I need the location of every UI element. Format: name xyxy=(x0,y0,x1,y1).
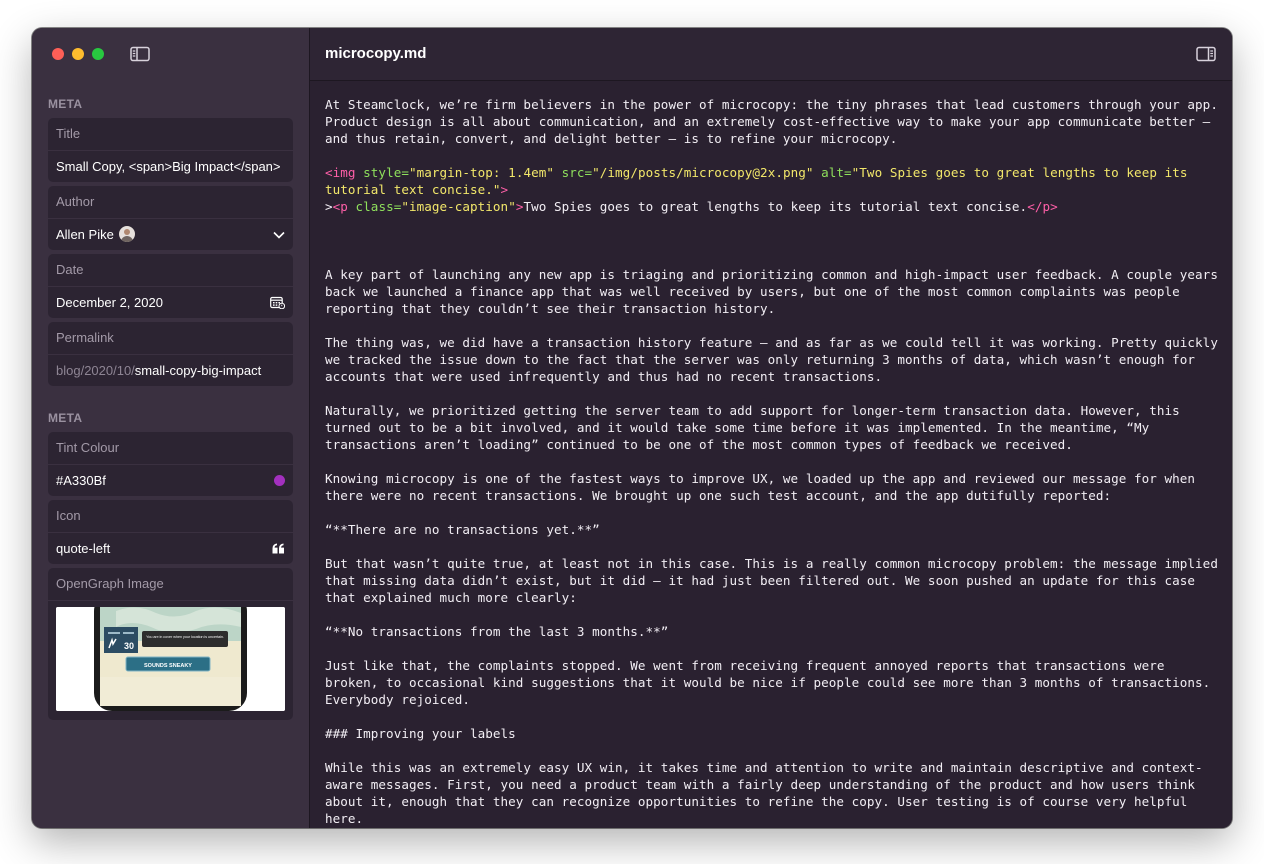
image-markup: <img style="margin-top: 1.4em" src="/img… xyxy=(325,165,1196,214)
colour-swatch[interactable] xyxy=(274,465,285,496)
paragraph-6: “**There are no transactions yet.**” xyxy=(325,522,600,537)
icon-input[interactable]: quote-left xyxy=(48,533,293,564)
icon-field: Icon quote-left xyxy=(48,500,293,564)
editor-pane: microcopy.md At Steamclock, we’re firm b… xyxy=(310,28,1232,828)
permalink-slug: small-copy-big-impact xyxy=(134,363,262,378)
paragraph-5: Knowing microcopy is one of the fastest … xyxy=(325,471,1203,503)
paragraph-1: At Steamclock, we’re firm believers in t… xyxy=(325,97,1226,146)
paragraph-11: While this was an extremely easy UX win,… xyxy=(325,760,1203,826)
author-label: Author xyxy=(48,186,293,219)
window-controls xyxy=(52,48,104,60)
editor-titlebar: microcopy.md xyxy=(310,28,1232,81)
paragraph-4: Naturally, we prioritized getting the se… xyxy=(325,403,1188,452)
close-window-button[interactable] xyxy=(52,48,64,60)
permalink-prefix: blog/2020/10/ xyxy=(56,363,135,378)
tint-colour-value: #A330Bf xyxy=(56,473,106,488)
section-label-meta-2: META xyxy=(48,411,83,425)
markdown-editor[interactable]: At Steamclock, we’re firm believers in t… xyxy=(325,96,1220,828)
inspector-toggle-icon[interactable] xyxy=(1196,46,1216,62)
icon-label: Icon xyxy=(48,500,293,533)
date-field: Date December 2, 2020 xyxy=(48,254,293,318)
paragraph-3: The thing was, we did have a transaction… xyxy=(325,335,1226,384)
og-stat-number: 30 xyxy=(124,641,134,651)
paragraph-2: A key part of launching any new app is t… xyxy=(325,267,1226,316)
title-field: Title Small Copy, <span>Big Impact</span… xyxy=(48,118,293,182)
author-field: Author Allen Pike xyxy=(48,186,293,250)
icon-value: quote-left xyxy=(56,541,111,556)
paragraph-7: But that wasn’t quite true, at least not… xyxy=(325,556,1226,605)
title-label: Title xyxy=(48,118,293,151)
author-select[interactable]: Allen Pike xyxy=(48,219,293,250)
opengraph-image-label: OpenGraph Image xyxy=(48,568,293,601)
minimize-window-button[interactable] xyxy=(72,48,84,60)
og-phone-button: SOUNDS SNEAKY xyxy=(144,663,192,669)
opengraph-image-field: OpenGraph Image 30 You are in cover when… xyxy=(48,568,293,720)
heading-improving-labels: ### Improving your labels xyxy=(325,726,516,741)
permalink-label: Permalink xyxy=(48,322,293,355)
author-name: Allen Pike xyxy=(56,227,114,242)
date-label: Date xyxy=(48,254,293,287)
paragraph-8: “**No transactions from the last 3 month… xyxy=(325,624,669,639)
tint-colour-field: Tint Colour #A330Bf xyxy=(48,432,293,496)
og-phone-text: You are in cover when your location is u… xyxy=(146,634,224,639)
permalink-input[interactable]: blog/2020/10/small-copy-big-impact xyxy=(48,355,293,386)
zoom-window-button[interactable] xyxy=(92,48,104,60)
chevron-down-icon[interactable] xyxy=(273,219,285,250)
calendar-icon[interactable] xyxy=(270,287,285,318)
document-title: microcopy.md xyxy=(325,45,427,62)
tint-colour-input[interactable]: #A330Bf xyxy=(48,465,293,496)
quote-left-icon xyxy=(272,533,285,564)
section-label-meta: META xyxy=(48,97,83,111)
tint-colour-label: Tint Colour xyxy=(48,432,293,465)
sidebar-toggle-icon[interactable] xyxy=(130,46,150,62)
paragraph-9: Just like that, the complaints stopped. … xyxy=(325,658,1218,707)
date-value: December 2, 2020 xyxy=(56,295,163,310)
metadata-sidebar: META Title Small Copy, <span>Big Impact<… xyxy=(32,28,310,828)
title-input[interactable]: Small Copy, <span>Big Impact</span> xyxy=(48,151,293,182)
permalink-field: Permalink blog/2020/10/small-copy-big-im… xyxy=(48,322,293,386)
app-window: META Title Small Copy, <span>Big Impact<… xyxy=(32,28,1232,828)
opengraph-image-preview[interactable]: 30 You are in cover when your location i… xyxy=(56,607,285,711)
author-avatar xyxy=(118,226,135,242)
date-input[interactable]: December 2, 2020 xyxy=(48,287,293,318)
